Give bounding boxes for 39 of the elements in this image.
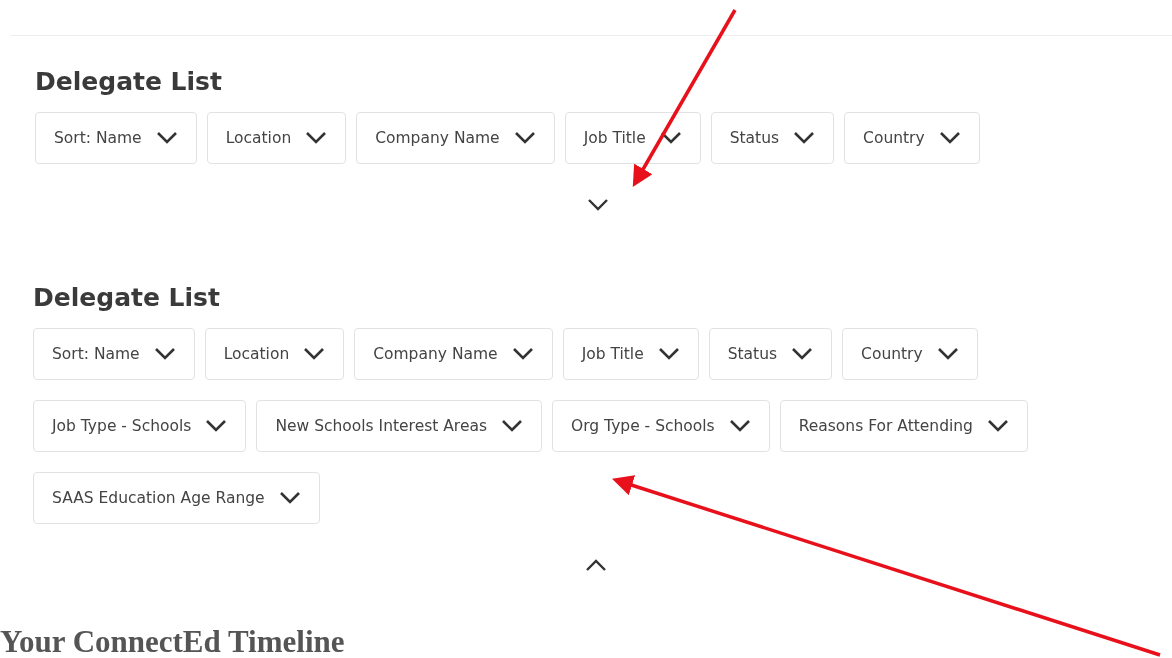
chevron-down-icon bbox=[936, 347, 959, 361]
collapse-chevron-icon[interactable] bbox=[584, 558, 607, 572]
chevron-down-icon bbox=[303, 347, 326, 361]
filter-dropdown[interactable]: Status bbox=[708, 328, 833, 380]
chevron-down-icon bbox=[793, 131, 816, 145]
chevron-down-icon bbox=[278, 491, 301, 505]
chevron-down-icon bbox=[791, 347, 814, 361]
filter-dropdown[interactable]: Company Name bbox=[356, 112, 555, 164]
filter-dropdown[interactable]: Location bbox=[206, 112, 347, 164]
section-title: Delegate List bbox=[33, 282, 221, 314]
chevron-down-icon bbox=[155, 131, 178, 145]
filter-dropdown[interactable]: Location bbox=[204, 328, 345, 380]
filter-dropdown[interactable]: Org Type - Schools bbox=[552, 400, 770, 452]
expand-chevron-icon[interactable] bbox=[586, 198, 609, 212]
timeline-heading: Your ConnectEd Timeline bbox=[0, 624, 346, 658]
chevron-down-icon bbox=[657, 347, 680, 361]
filter-dropdown[interactable]: SAAS Education Age Range bbox=[33, 472, 320, 524]
chevron-down-icon bbox=[153, 347, 176, 361]
filter-dropdown[interactable]: New Schools Interest Areas bbox=[256, 400, 542, 452]
chevron-down-icon bbox=[501, 419, 523, 433]
chevron-down-icon bbox=[205, 419, 228, 433]
filter-dropdown[interactable]: Country bbox=[844, 112, 980, 164]
chevron-down-icon bbox=[511, 347, 534, 361]
filter-dropdown[interactable]: Job Type - Schools bbox=[33, 400, 247, 452]
filter-dropdown[interactable]: Country bbox=[842, 328, 978, 380]
chevron-down-icon bbox=[728, 419, 751, 433]
chevron-down-icon bbox=[938, 131, 961, 145]
filter-dropdown[interactable]: Company Name bbox=[354, 328, 553, 380]
filter-dropdown[interactable]: Job Title bbox=[562, 328, 699, 380]
chevron-down-icon bbox=[513, 131, 536, 145]
chevron-down-icon bbox=[659, 131, 682, 145]
chevron-down-icon bbox=[986, 419, 1009, 433]
filter-dropdown[interactable]: Reasons For Attending bbox=[779, 400, 1028, 452]
section-title: Delegate List bbox=[35, 66, 223, 98]
chevron-down-icon bbox=[305, 131, 328, 145]
filter-dropdown[interactable]: Job Title bbox=[564, 112, 701, 164]
filter-dropdown[interactable]: Sort: Name bbox=[33, 328, 195, 380]
filter-dropdown[interactable]: Sort: Name bbox=[35, 112, 197, 164]
filter-dropdown[interactable]: Status bbox=[710, 112, 835, 164]
